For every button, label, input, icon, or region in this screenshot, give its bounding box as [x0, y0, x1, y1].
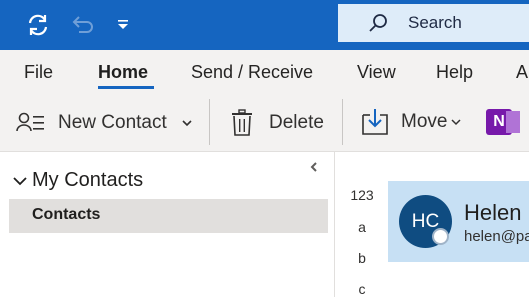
contact-email: helen@pa: [464, 228, 529, 245]
tab-home[interactable]: Home: [98, 62, 148, 83]
move-icon: [360, 107, 390, 137]
new-contact-icon: [16, 111, 48, 135]
ribbon-divider: [342, 99, 343, 145]
delete-label: Delete: [269, 112, 324, 133]
delete-button[interactable]: Delete: [230, 108, 324, 138]
search-icon: [366, 12, 390, 36]
move-button[interactable]: Move: [360, 106, 461, 138]
move-label: Move: [401, 111, 448, 132]
search-placeholder[interactable]: Search: [408, 13, 462, 33]
title-bar: Search: [0, 0, 529, 50]
folder-item-label[interactable]: Contacts: [32, 206, 100, 224]
undo-icon[interactable]: [68, 11, 96, 39]
alphabet-index-item[interactable]: c: [338, 281, 386, 297]
new-contact-button[interactable]: New Contact: [16, 109, 193, 137]
tab-send-receive[interactable]: Send / Receive: [191, 62, 313, 83]
tab-help[interactable]: Help: [436, 62, 473, 83]
chevron-down-icon: [12, 175, 28, 187]
sync-icon[interactable]: [24, 11, 52, 39]
customize-quick-access-icon[interactable]: [114, 14, 132, 36]
my-contacts-label: My Contacts: [32, 169, 144, 191]
alphabet-index-item[interactable]: b: [338, 250, 386, 266]
my-contacts-group[interactable]: My Contacts: [12, 169, 143, 192]
contact-name: Helen: [464, 200, 522, 225]
active-tab-indicator: [98, 86, 154, 89]
collapse-pane-icon[interactable]: [308, 160, 320, 178]
tab-file[interactable]: File: [24, 62, 53, 83]
delete-icon: [230, 109, 256, 137]
tab-overflow[interactable]: A: [516, 62, 528, 83]
alphabet-index-item[interactable]: 123: [338, 187, 386, 203]
ribbon-divider: [209, 99, 210, 145]
chevron-down-icon[interactable]: [451, 117, 461, 127]
alphabet-index-item[interactable]: a: [338, 219, 386, 235]
onenote-icon-page: [506, 111, 520, 133]
tab-view[interactable]: View: [357, 62, 396, 83]
presence-status-icon: [432, 228, 449, 245]
chevron-down-icon[interactable]: [181, 118, 193, 128]
onenote-button[interactable]: N: [486, 109, 529, 137]
new-contact-label: New Contact: [58, 112, 167, 133]
